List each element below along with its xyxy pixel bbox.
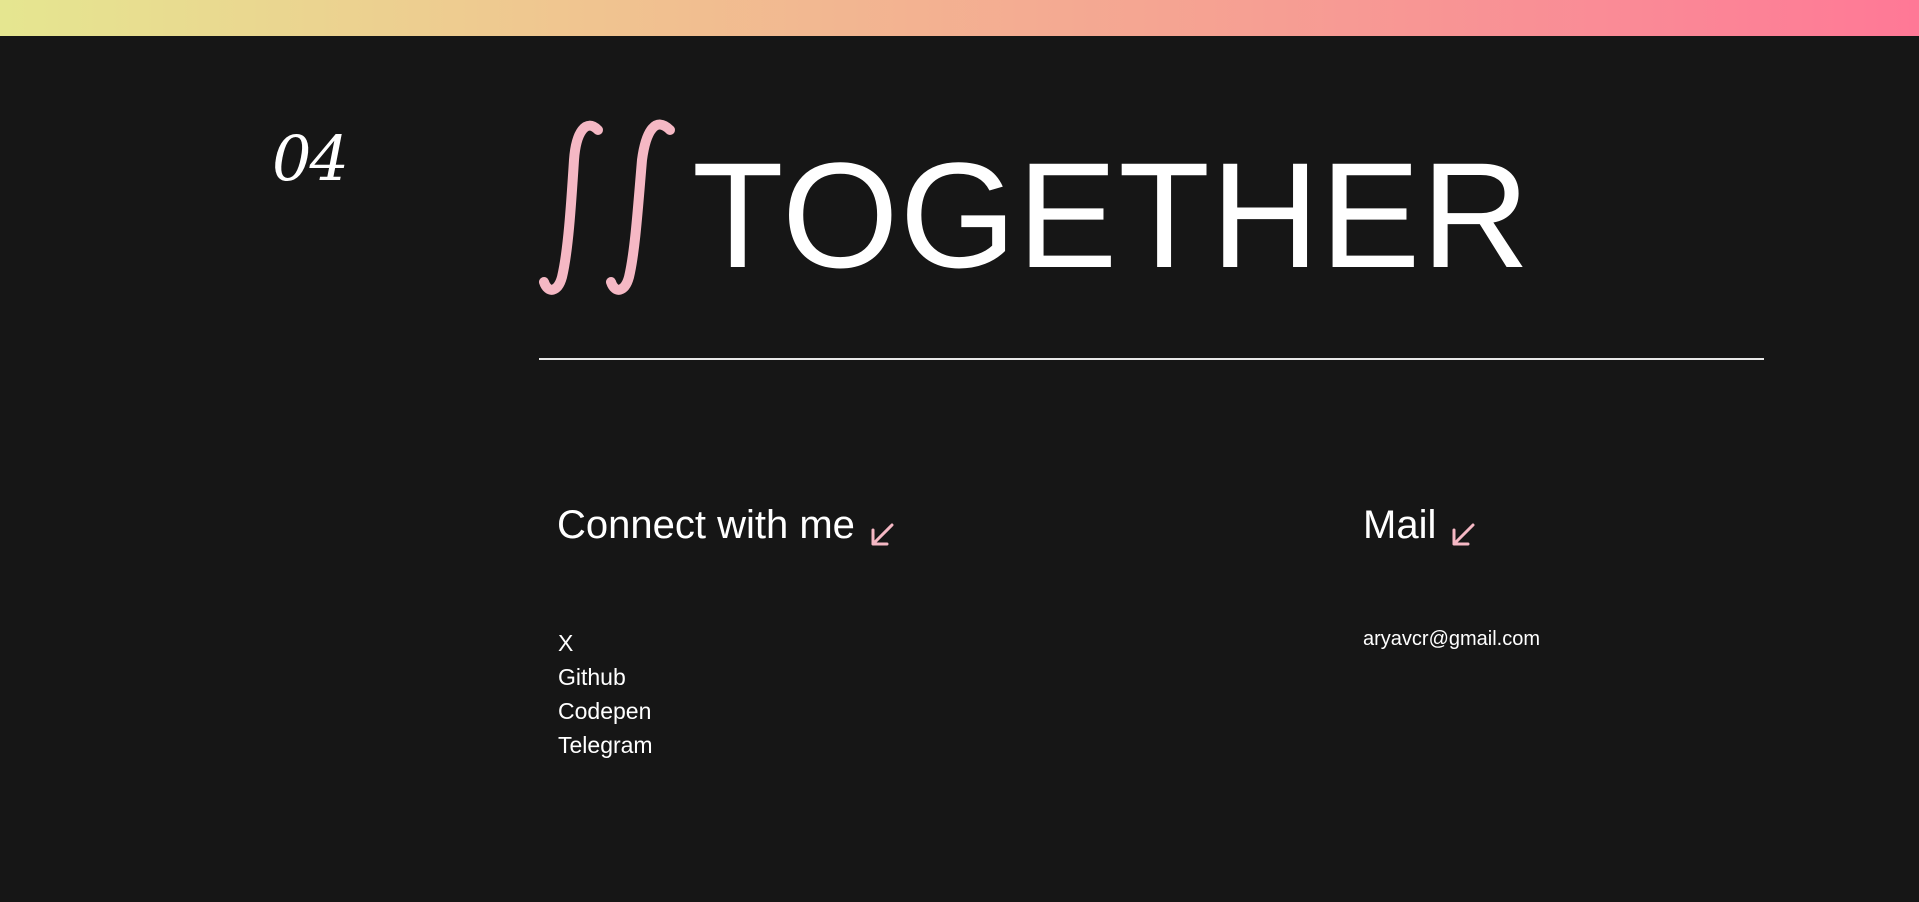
connect-heading: Connect with me [557,503,895,547]
link-telegram[interactable]: Telegram [558,728,653,762]
arrow-down-left-icon [869,515,895,546]
link-x[interactable]: X [558,626,653,660]
top-gradient-bar [0,0,1919,36]
arrow-down-left-icon [1450,515,1476,546]
mail-heading: Mail [1363,503,1476,547]
link-github[interactable]: Github [558,660,653,694]
link-codepen[interactable]: Codepen [558,694,653,728]
mail-heading-label: Mail [1363,503,1437,547]
mail-address-link[interactable]: aryavcr@gmail.com [1363,626,1540,652]
section-headline: TOGETHER [538,112,1531,312]
section-number: 04 [272,122,349,195]
section-title: TOGETHER [692,131,1531,299]
social-links: X Github Codepen Telegram [558,626,653,762]
connect-heading-label: Connect with me [557,503,855,547]
divider [539,358,1764,360]
double-integral-icon [538,112,698,302]
